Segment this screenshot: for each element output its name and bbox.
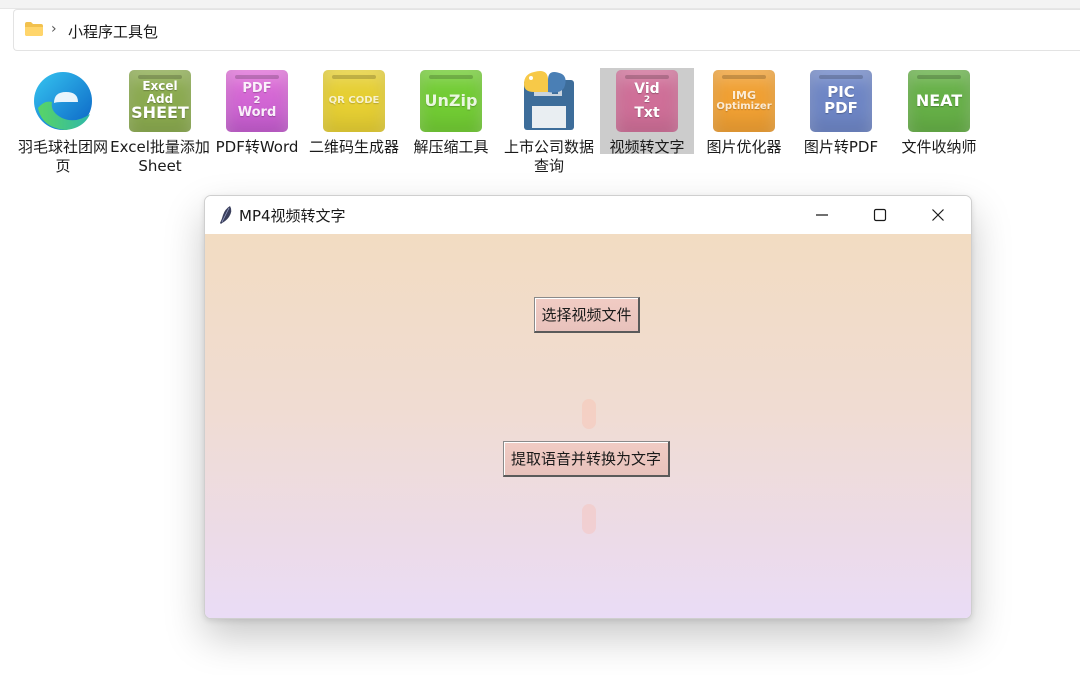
file-item-excel-add-sheet[interactable]: Excel Add SHEET Excel批量添加Sheet xyxy=(110,68,210,176)
pic-pdf-icon: PIC PDF xyxy=(810,70,872,132)
faint-decoration xyxy=(582,399,596,429)
qr-code-icon: QR CODE xyxy=(323,70,385,132)
neat-icon: NEAT xyxy=(908,70,970,132)
file-item-image-optimizer[interactable]: IMG Optimizer 图片优化器 xyxy=(697,68,791,176)
file-item-pdf-to-word[interactable]: PDF 2 Word PDF转Word xyxy=(210,68,304,176)
feather-icon xyxy=(220,206,232,224)
minimize-button[interactable] xyxy=(793,196,851,234)
mp4-to-text-window: MP4视频转文字 选择视频文件 提取语音并转换为文字 xyxy=(204,195,972,619)
maximize-icon xyxy=(873,208,887,222)
window-top-edge xyxy=(0,0,1080,9)
select-video-file-button[interactable]: 选择视频文件 xyxy=(534,297,640,333)
file-item-badminton-webpage[interactable]: 羽毛球社团网页 xyxy=(16,68,110,176)
file-item-image-to-pdf[interactable]: PIC PDF 图片转PDF xyxy=(794,68,888,176)
unzip-icon: UnZip xyxy=(420,70,482,132)
maximize-button[interactable] xyxy=(851,196,909,234)
file-item-qr-generator[interactable]: QR CODE 二维码生成器 xyxy=(307,68,401,176)
window-titlebar[interactable]: MP4视频转文字 xyxy=(205,196,971,234)
close-icon xyxy=(932,209,944,221)
excel-add-sheet-icon: Excel Add SHEET xyxy=(129,70,191,132)
close-button[interactable] xyxy=(909,196,967,234)
img-optimizer-icon: IMG Optimizer xyxy=(713,70,775,132)
window-client-area: 选择视频文件 提取语音并转换为文字 xyxy=(205,234,971,618)
file-icon-grid: 羽毛球社团网页 Excel Add SHEET Excel批量添加Sheet PDF… xyxy=(0,64,1080,180)
folder-icon xyxy=(25,22,43,36)
faint-decoration xyxy=(582,504,596,534)
file-item-listed-company-query[interactable]: 上市公司数据查询 xyxy=(502,68,596,176)
edge-browser-icon xyxy=(32,70,94,132)
file-item-video-to-text[interactable]: Vid 2 Txt 视频转文字 xyxy=(600,68,694,156)
file-item-file-organizer[interactable]: NEAT 文件收纳师 xyxy=(892,68,986,176)
extract-and-convert-button[interactable]: 提取语音并转换为文字 xyxy=(503,441,670,477)
minimize-icon xyxy=(816,214,828,216)
pdf-to-word-icon: PDF 2 Word xyxy=(226,70,288,132)
python-floppy-icon xyxy=(518,70,580,132)
breadcrumb-current[interactable]: 小程序工具包 xyxy=(68,21,158,42)
video-to-text-icon: Vid 2 Txt xyxy=(616,70,678,132)
chevron-right-icon[interactable]: › xyxy=(51,21,57,37)
file-item-unzip-tool[interactable]: UnZip 解压缩工具 xyxy=(404,68,498,176)
address-bar[interactable]: › 小程序工具包 xyxy=(13,9,1080,51)
window-title: MP4视频转文字 xyxy=(239,207,346,225)
